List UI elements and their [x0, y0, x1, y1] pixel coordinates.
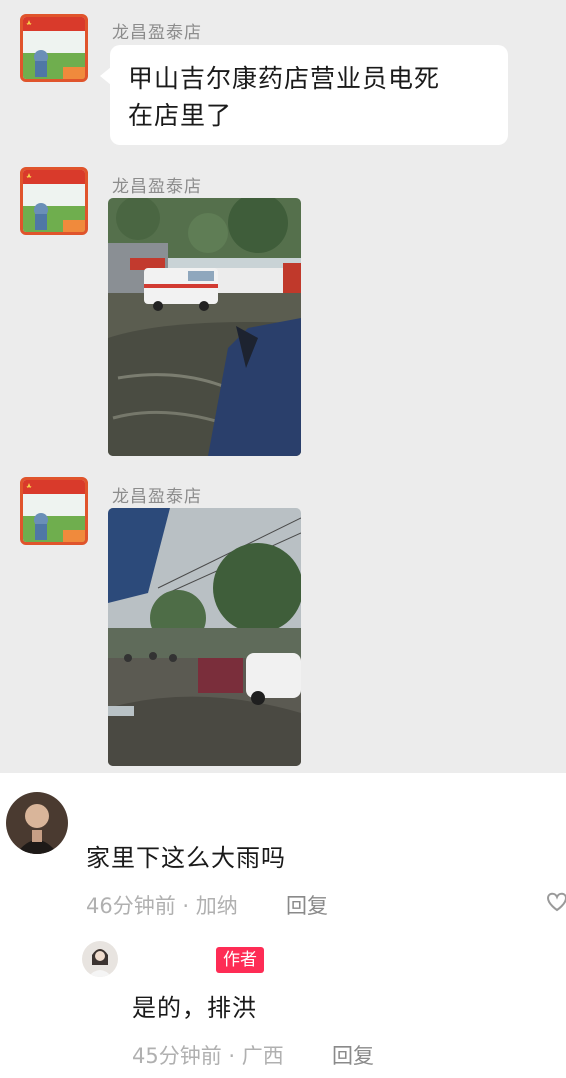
reply-meta: 45分钟前 · 广西 [132, 1044, 284, 1068]
chat-screenshot-area: 龙昌盈泰店 甲山吉尔康药店营业员电死 在店里了 龙昌盈泰店 龙昌盈泰店 [0, 0, 566, 773]
flooded-street-with-parked-cars-photo[interactable] [108, 508, 301, 766]
sender-name: 龙昌盈泰店 [112, 23, 202, 43]
comment-section [0, 773, 566, 1078]
author-badge: 作者 [216, 947, 264, 973]
author-avatar[interactable] [82, 941, 118, 977]
sender-avatar[interactable] [20, 167, 88, 235]
sender-name: 龙昌盈泰店 [112, 487, 202, 507]
comment-text: 家里下这么大雨吗 [86, 844, 286, 872]
reply-text: 是的，排洪 [132, 994, 257, 1022]
sender-avatar[interactable] [20, 14, 88, 82]
message-text-line: 甲山吉尔康药店营业员电死 [128, 64, 441, 93]
comment-meta: 46分钟前 · 加纳 [86, 894, 238, 918]
message-text-line: 在店里了 [128, 101, 233, 130]
commenter-avatar[interactable] [6, 792, 68, 854]
heart-outline-icon[interactable] [546, 890, 566, 916]
reply-button[interactable]: 回复 [332, 1040, 374, 1070]
message-bubble[interactable]: 甲山吉尔康药店营业员电死 在店里了 [110, 45, 508, 145]
reply-button[interactable]: 回复 [286, 890, 328, 920]
sender-name: 龙昌盈泰店 [112, 177, 202, 197]
flooded-street-with-ambulance-photo[interactable] [108, 198, 301, 456]
sender-avatar[interactable] [20, 477, 88, 545]
